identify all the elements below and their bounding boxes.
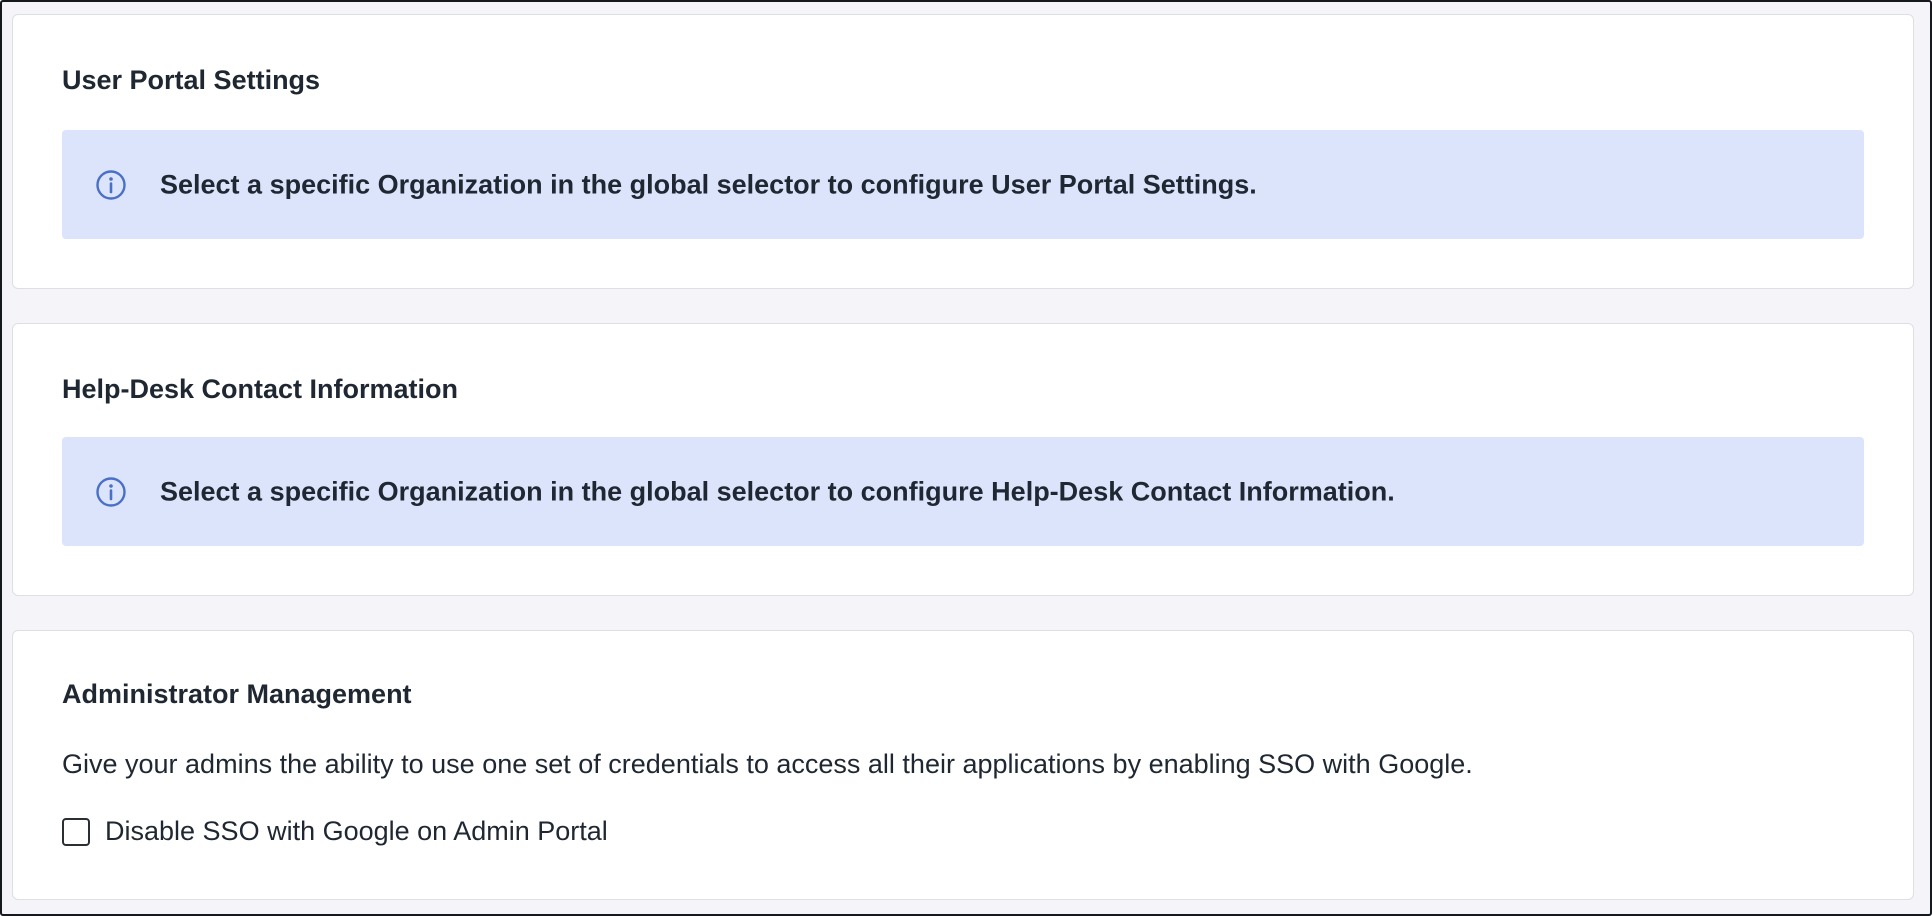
help-desk-info-banner: Select a specific Organization in the gl… (62, 437, 1864, 546)
help-desk-info-text: Select a specific Organization in the gl… (160, 476, 1395, 506)
user-portal-settings-card: User Portal Settings Select a specific O… (12, 14, 1914, 289)
info-icon (96, 169, 126, 200)
administrator-management-card: Administrator Management Give your admin… (12, 630, 1914, 900)
disable-sso-google-label[interactable]: Disable SSO with Google on Admin Portal (105, 816, 608, 847)
disable-sso-google-checkbox[interactable] (62, 817, 90, 846)
disable-sso-google-option[interactable]: Disable SSO with Google on Admin Portal (62, 816, 608, 847)
user-portal-info-banner: Select a specific Organization in the gl… (62, 130, 1864, 239)
administrator-management-title: Administrator Management (62, 679, 412, 709)
user-portal-settings-title: User Portal Settings (62, 65, 321, 95)
help-desk-contact-card: Help-Desk Contact Information Select a s… (12, 323, 1914, 596)
info-icon (96, 476, 126, 507)
administrator-management-description: Give your admins the ability to use one … (62, 749, 1473, 779)
user-portal-info-text: Select a specific Organization in the gl… (160, 169, 1257, 199)
help-desk-contact-title: Help-Desk Contact Information (62, 374, 459, 404)
